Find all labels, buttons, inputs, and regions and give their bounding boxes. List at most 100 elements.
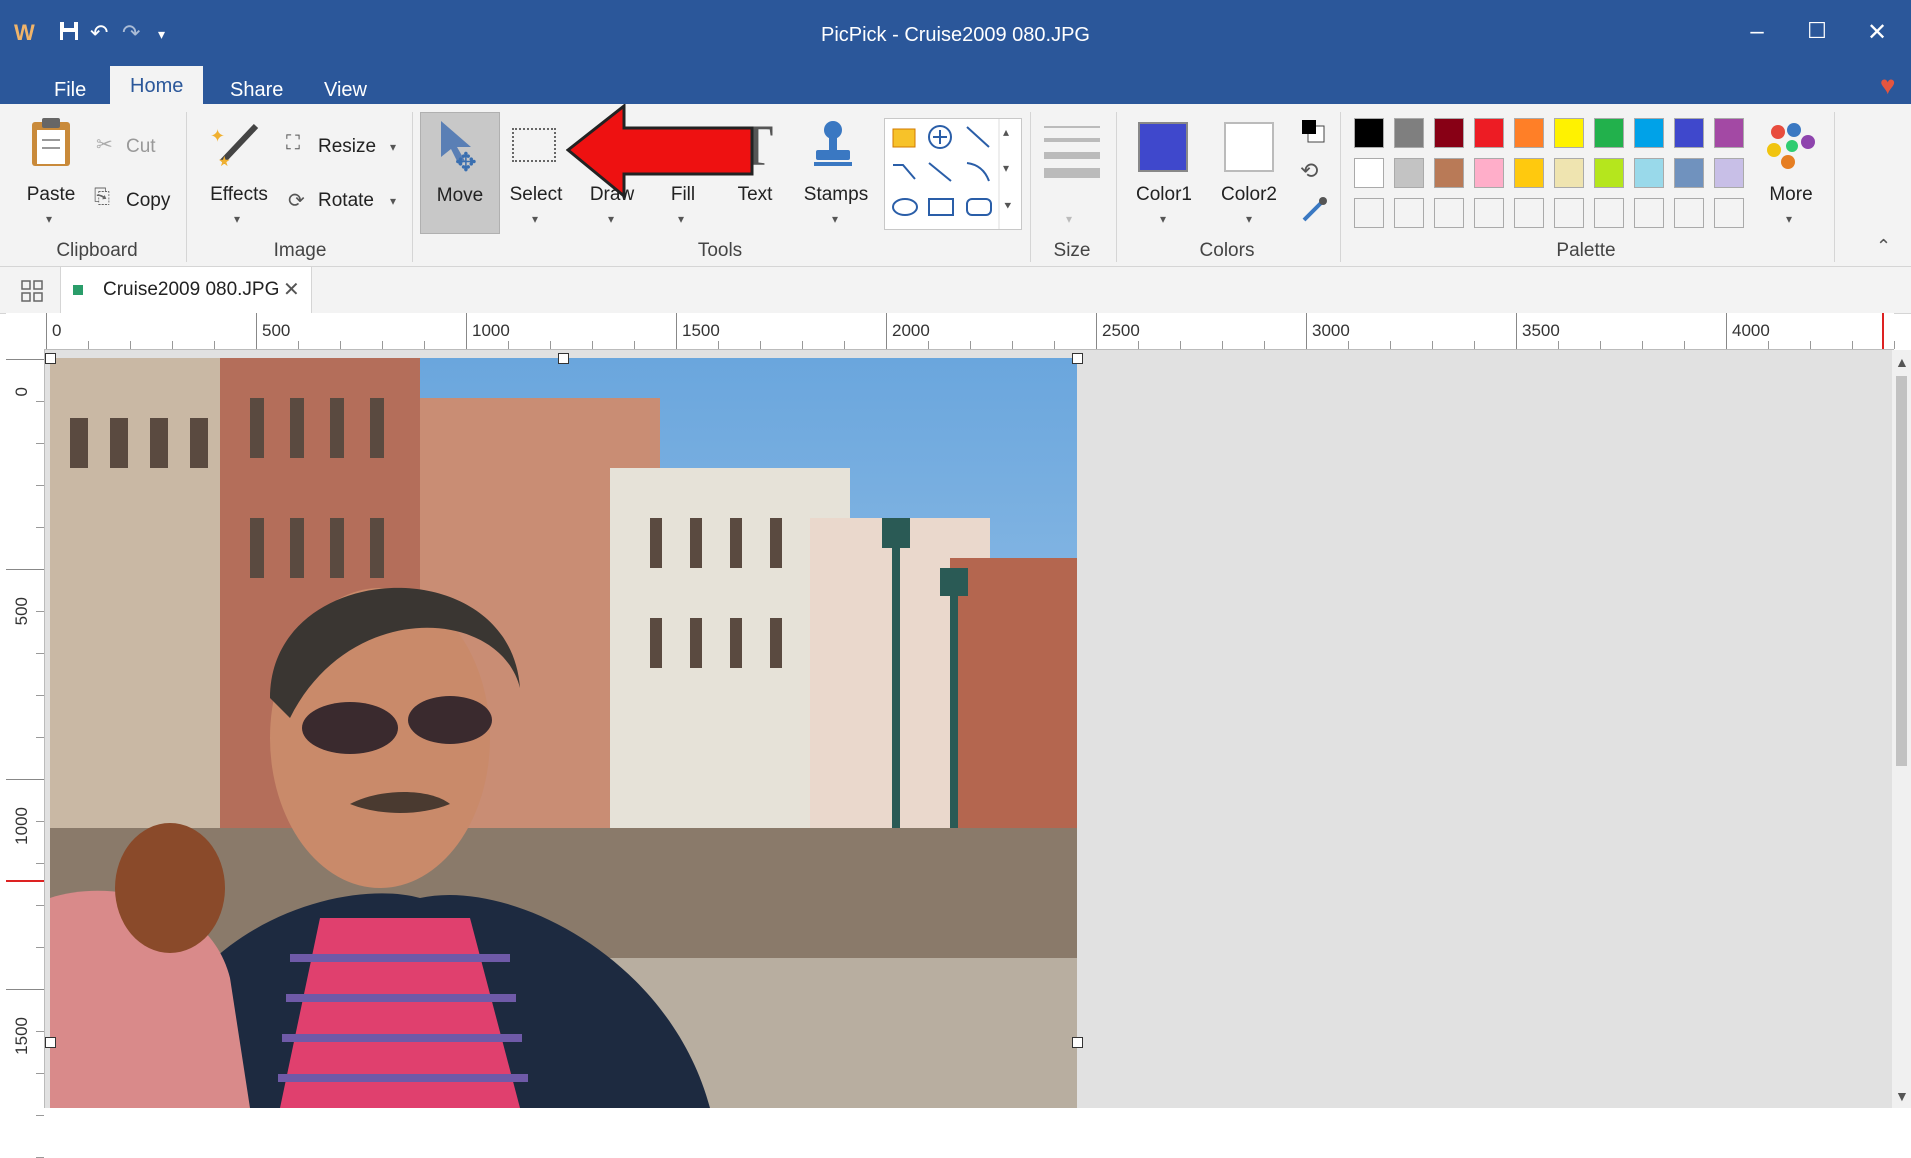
effects-dropdown-icon[interactable]: ▾ <box>234 212 240 226</box>
tab-share[interactable]: Share <box>210 76 303 104</box>
line-size-icon[interactable] <box>1044 124 1100 189</box>
palette-swatch[interactable] <box>1394 158 1424 188</box>
collapse-ribbon-icon[interactable]: ⌃ <box>1876 236 1891 257</box>
close-button[interactable]: ✕ <box>1852 18 1902 47</box>
more-dropdown-icon[interactable]: ▾ <box>1786 212 1792 226</box>
maximize-button[interactable]: ☐ <box>1792 18 1842 44</box>
ruler-minor-tick <box>36 527 44 528</box>
resize-button[interactable]: Resize <box>318 136 376 158</box>
color1-dropdown-icon[interactable]: ▾ <box>1160 212 1166 226</box>
palette-empty-swatch[interactable] <box>1394 198 1424 228</box>
resize-handle[interactable] <box>45 1037 56 1048</box>
rotate-dropdown-icon[interactable]: ▾ <box>390 194 396 208</box>
palette-swatch[interactable] <box>1434 158 1464 188</box>
palette-swatch[interactable] <box>1514 118 1544 148</box>
palette-swatch[interactable] <box>1594 158 1624 188</box>
palette-empty-swatch[interactable] <box>1354 198 1384 228</box>
scrollbar-thumb[interactable] <box>1896 376 1907 766</box>
palette-empty-swatch[interactable] <box>1474 198 1504 228</box>
heart-icon[interactable]: ♥ <box>1880 70 1895 101</box>
select-button[interactable]: Select <box>500 184 572 206</box>
gallery-down-icon[interactable]: ▾ <box>1003 161 1009 175</box>
tab-home[interactable]: Home <box>110 66 204 104</box>
palette-empty-swatch[interactable] <box>1434 198 1464 228</box>
move-button[interactable]: ✥ Move <box>420 112 500 234</box>
palette-swatch[interactable] <box>1714 118 1744 148</box>
shapes-gallery[interactable]: ▴ ▾ ⯆ <box>884 118 1022 230</box>
palette-swatch[interactable] <box>1474 118 1504 148</box>
palette-swatch[interactable] <box>1474 158 1504 188</box>
palette-swatch[interactable] <box>1714 158 1744 188</box>
palette-swatch[interactable] <box>1434 118 1464 148</box>
size-dropdown-icon[interactable]: ▾ <box>1066 212 1072 226</box>
color2-dropdown-icon[interactable]: ▾ <box>1246 212 1252 226</box>
rotate-button[interactable]: Rotate <box>318 190 374 212</box>
palette-empty-swatch[interactable] <box>1554 198 1584 228</box>
palette-swatch[interactable] <box>1634 158 1664 188</box>
swap-colors-icon[interactable]: ⟲ <box>1300 158 1318 184</box>
palette-empty-swatch[interactable] <box>1674 198 1704 228</box>
palette-swatch[interactable] <box>1634 118 1664 148</box>
paste-dropdown-icon[interactable]: ▾ <box>46 212 52 226</box>
ruler-major-tick <box>466 313 467 349</box>
palette-swatch[interactable] <box>1674 158 1704 188</box>
vertical-scrollbar[interactable]: ▲ ▼ <box>1892 350 1911 1108</box>
default-colors-icon[interactable] <box>1300 118 1326 149</box>
palette-swatch[interactable] <box>1394 118 1424 148</box>
color2-button[interactable]: Color2 <box>1214 184 1284 206</box>
fill-dropdown-icon[interactable]: ▾ <box>678 212 684 226</box>
palette-swatch[interactable] <box>1554 118 1584 148</box>
thumbnails-grid-icon[interactable] <box>20 279 44 308</box>
palette-empty-swatch[interactable] <box>1594 198 1624 228</box>
palette-swatch[interactable] <box>1674 118 1704 148</box>
tab-view[interactable]: View <box>304 76 387 104</box>
close-tab-icon[interactable]: ✕ <box>283 277 300 302</box>
color-picker-icon[interactable] <box>1300 196 1328 229</box>
gallery-up-icon[interactable]: ▴ <box>1003 125 1009 139</box>
gallery-expand-icon[interactable]: ⯆ <box>1003 199 1013 214</box>
stamps-dropdown-icon[interactable]: ▾ <box>832 212 838 226</box>
resize-dropdown-icon[interactable]: ▾ <box>390 140 396 154</box>
color1-button[interactable]: Color1 <box>1130 184 1198 206</box>
minimize-button[interactable]: – <box>1732 18 1782 46</box>
ruler-tick-label: 2000 <box>892 321 930 340</box>
more-colors-button[interactable]: More <box>1760 184 1822 206</box>
paste-button[interactable]: Paste <box>20 184 82 206</box>
scroll-down-icon[interactable]: ▼ <box>1895 1088 1909 1104</box>
color2-swatch[interactable] <box>1224 122 1274 172</box>
palette-empty-swatch[interactable] <box>1634 198 1664 228</box>
resize-handle[interactable] <box>1072 1037 1083 1048</box>
stamps-button[interactable]: Stamps <box>796 184 876 206</box>
palette-swatch[interactable] <box>1514 158 1544 188</box>
document-tab[interactable]: Cruise2009 080.JPG ✕ <box>60 267 312 313</box>
color1-swatch[interactable] <box>1138 122 1188 172</box>
palette-swatch[interactable] <box>1354 158 1384 188</box>
palette-swatch[interactable] <box>1554 158 1584 188</box>
palette-swatch[interactable] <box>1354 118 1384 148</box>
image-photo[interactable] <box>50 358 1077 1108</box>
palette-swatch[interactable] <box>1594 118 1624 148</box>
ruler-major-tick <box>1096 313 1097 349</box>
ruler-tick-label: 1000 <box>472 321 510 340</box>
magic-wand-icon: ✦ ★ <box>208 120 262 175</box>
rotate-icon: ⟳ <box>288 190 305 212</box>
effects-button[interactable]: Effects <box>204 184 274 206</box>
move-cursor-icon: ✥ <box>435 119 485 178</box>
palette-empty-swatch[interactable] <box>1714 198 1744 228</box>
resize-handle[interactable] <box>558 353 569 364</box>
ruler-minor-tick <box>1348 341 1349 349</box>
select-dropdown-icon[interactable]: ▾ <box>532 212 538 226</box>
scroll-up-icon[interactable]: ▲ <box>1895 354 1909 370</box>
palette-grid[interactable] <box>1354 118 1754 238</box>
resize-handle[interactable] <box>1072 353 1083 364</box>
cut-button[interactable]: Cut <box>126 136 156 158</box>
ruler-tick-label: 1500 <box>12 1017 31 1055</box>
draw-dropdown-icon[interactable]: ▾ <box>608 212 614 226</box>
copy-button[interactable]: Copy <box>126 190 170 212</box>
tab-file[interactable]: File <box>34 76 106 104</box>
resize-handle[interactable] <box>45 353 56 364</box>
ruler-minor-tick <box>1054 341 1055 349</box>
ruler-minor-tick <box>130 341 131 349</box>
ruler-minor-tick <box>718 341 719 349</box>
palette-empty-swatch[interactable] <box>1514 198 1544 228</box>
